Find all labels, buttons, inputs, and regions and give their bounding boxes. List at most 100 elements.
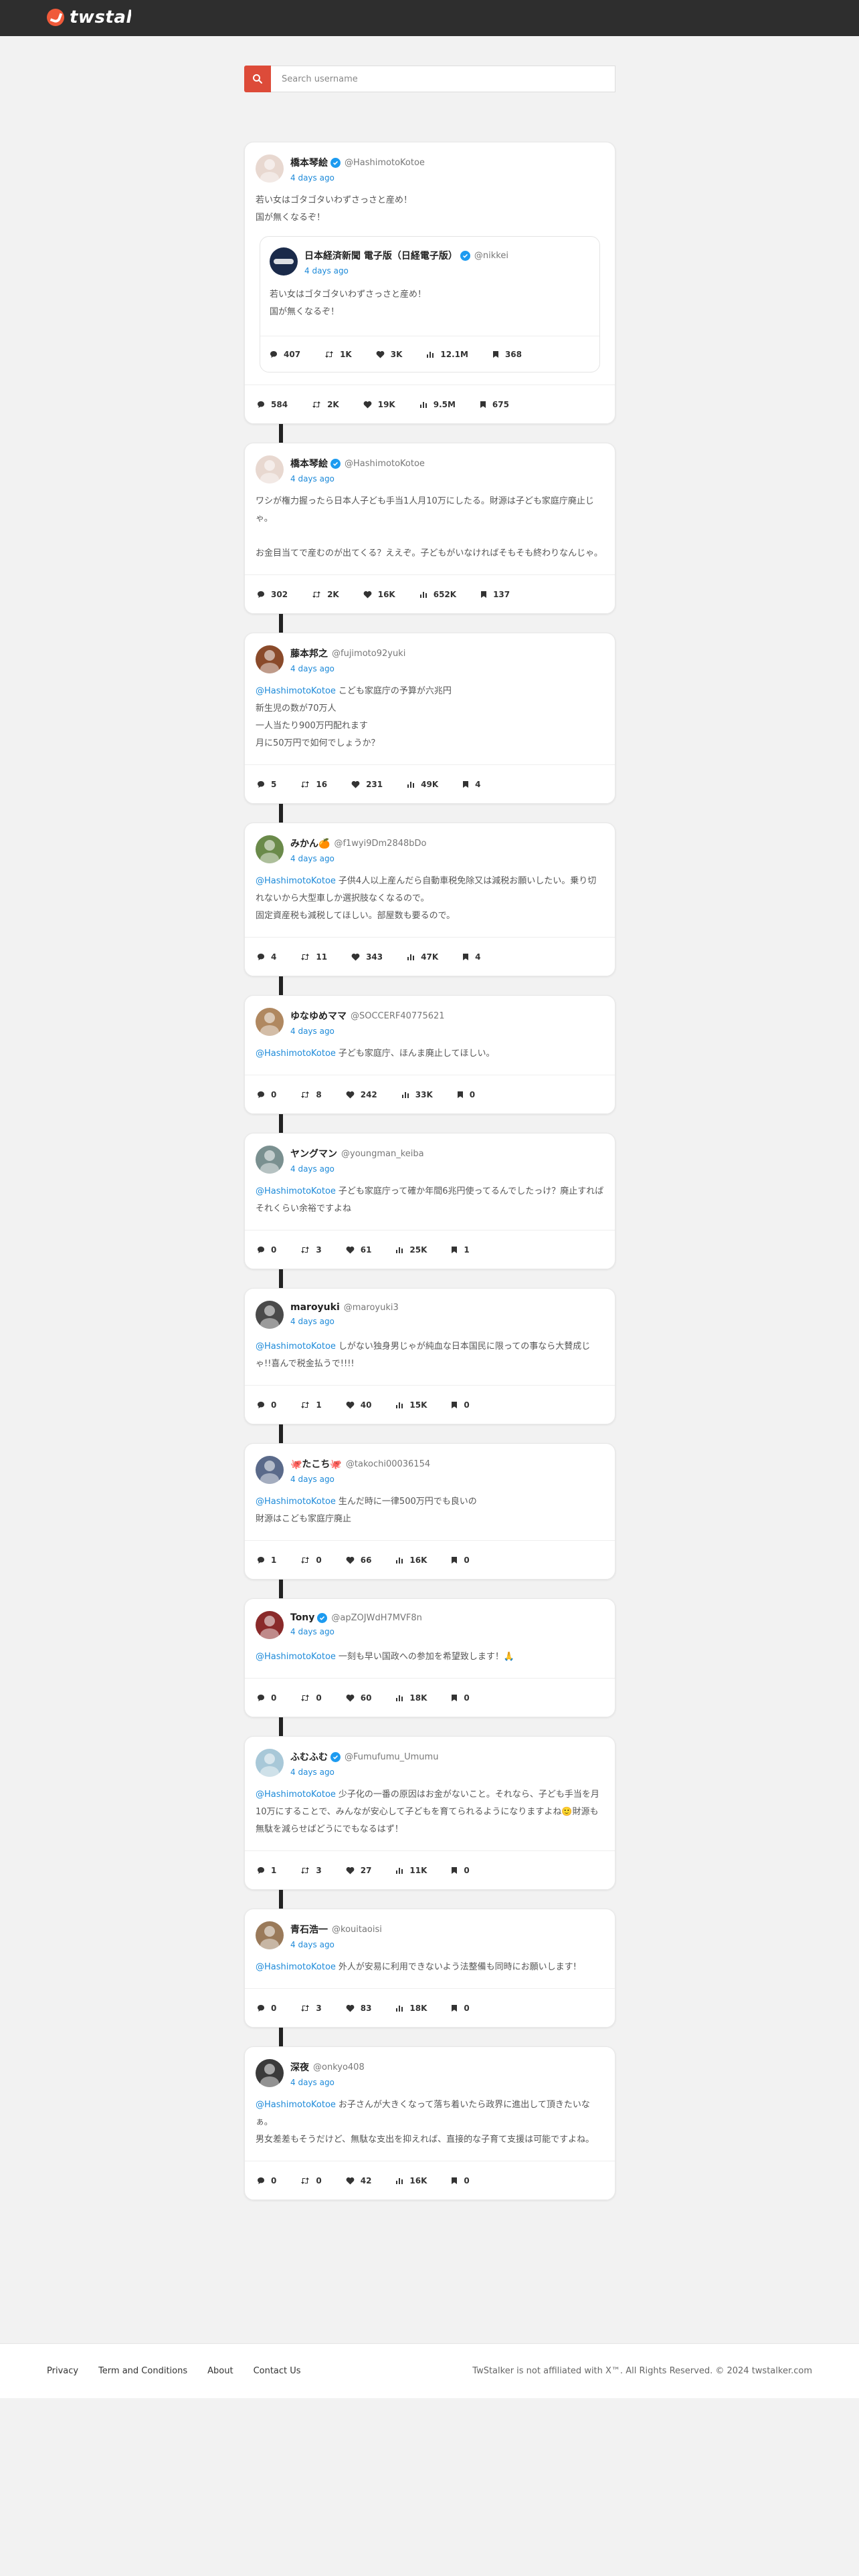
stat-views[interactable]: 12.1M bbox=[426, 350, 468, 359]
avatar[interactable] bbox=[256, 1146, 284, 1174]
tweet-card[interactable]: 深夜 @onkyo408 4 days ago @HashimotoKotoe お子さん… bbox=[244, 2046, 615, 2200]
stat-retweets[interactable]: 1K bbox=[324, 350, 352, 359]
display-name[interactable]: 日本経済新聞 電子版（日経電子版） bbox=[304, 249, 458, 262]
stat-views[interactable]: 15K bbox=[395, 1400, 427, 1410]
username[interactable]: @fujimoto92yuki bbox=[332, 649, 405, 659]
stat-likes[interactable]: 16K bbox=[363, 590, 395, 599]
stat-views[interactable]: 16K bbox=[395, 1555, 427, 1565]
stat-likes[interactable]: 83 bbox=[346, 2004, 371, 2013]
avatar[interactable] bbox=[256, 1921, 284, 1949]
stat-retweets[interactable]: 2K bbox=[312, 590, 339, 599]
tweet-card[interactable]: ヤングマン @youngman_keiba 4 days ago @Hashimoto… bbox=[244, 1133, 615, 1269]
tweet-card[interactable]: 青石浩一 @kouitaoisi 4 days ago @HashimotoKotoe… bbox=[244, 1909, 615, 2028]
stat-likes[interactable]: 19K bbox=[363, 400, 395, 409]
stat-bookmarks[interactable]: 1 bbox=[451, 1245, 470, 1255]
stat-views[interactable]: 9.5M bbox=[419, 400, 456, 409]
display-name[interactable]: みかん🍊 bbox=[290, 837, 330, 850]
mention-link[interactable]: @HashimotoKotoe bbox=[256, 1790, 336, 1800]
stat-replies[interactable]: 0 bbox=[257, 1245, 276, 1255]
stat-bookmarks[interactable]: 137 bbox=[480, 590, 510, 599]
stat-likes[interactable]: 61 bbox=[346, 1245, 371, 1255]
logo[interactable]: twstalker bbox=[47, 7, 131, 27]
display-name[interactable]: 青石浩一 bbox=[290, 1923, 328, 1936]
avatar[interactable] bbox=[256, 835, 284, 863]
avatar[interactable] bbox=[256, 154, 284, 183]
avatar[interactable] bbox=[270, 247, 298, 276]
mention-link[interactable]: @HashimotoKotoe bbox=[256, 1186, 336, 1196]
avatar[interactable] bbox=[256, 455, 284, 484]
display-name[interactable]: 橋本琴絵 bbox=[290, 457, 328, 470]
stat-retweets[interactable]: 3 bbox=[300, 1245, 322, 1255]
stat-replies[interactable]: 1 bbox=[257, 1866, 276, 1875]
footer-link-terms[interactable]: Term and Conditions bbox=[98, 2366, 187, 2376]
stat-views[interactable]: 25K bbox=[395, 1245, 427, 1255]
display-name[interactable]: 深夜 bbox=[290, 2060, 309, 2074]
stat-retweets[interactable]: 0 bbox=[300, 2176, 322, 2185]
stat-likes[interactable]: 3K bbox=[376, 350, 402, 359]
stat-likes[interactable]: 242 bbox=[346, 1090, 377, 1099]
stat-views[interactable]: 33K bbox=[401, 1090, 433, 1099]
display-name[interactable]: ふむふむ bbox=[290, 1750, 328, 1763]
avatar[interactable] bbox=[256, 1456, 284, 1484]
timestamp[interactable]: 4 days ago bbox=[290, 2078, 365, 2087]
tweet-card[interactable]: Tony @apZOJWdH7MVF8n 4 days ago @HashimotoK… bbox=[244, 1598, 615, 1717]
timestamp[interactable]: 4 days ago bbox=[290, 1027, 445, 1036]
mention-link[interactable]: @HashimotoKotoe bbox=[256, 876, 336, 886]
timestamp[interactable]: 4 days ago bbox=[290, 1627, 422, 1636]
stat-replies[interactable]: 1 bbox=[257, 1555, 276, 1565]
stat-views[interactable]: 49K bbox=[407, 780, 438, 789]
stat-likes[interactable]: 66 bbox=[346, 1555, 371, 1565]
stat-likes[interactable]: 60 bbox=[346, 1693, 371, 1703]
stat-views[interactable]: 652K bbox=[419, 590, 456, 599]
display-name[interactable]: Tony bbox=[290, 1612, 314, 1623]
display-name[interactable]: ゆなゆめママ bbox=[290, 1009, 347, 1023]
stat-bookmarks[interactable]: 4 bbox=[462, 952, 480, 962]
avatar[interactable] bbox=[256, 1749, 284, 1777]
stat-replies[interactable]: 5 bbox=[257, 780, 276, 789]
timestamp[interactable]: 4 days ago bbox=[290, 1475, 430, 1484]
stat-replies[interactable]: 302 bbox=[257, 590, 288, 599]
stat-likes[interactable]: 27 bbox=[346, 1866, 371, 1875]
mention-link[interactable]: @HashimotoKotoe bbox=[256, 1341, 336, 1352]
stat-bookmarks[interactable]: 0 bbox=[457, 1090, 475, 1099]
display-name[interactable]: 橋本琴絵 bbox=[290, 156, 328, 169]
stat-replies[interactable]: 0 bbox=[257, 2004, 276, 2013]
username[interactable]: @nikkei bbox=[474, 251, 508, 261]
username[interactable]: @onkyo408 bbox=[313, 2062, 365, 2072]
stat-retweets[interactable]: 0 bbox=[300, 1693, 322, 1703]
username[interactable]: @takochi00036154 bbox=[346, 1459, 430, 1469]
stat-bookmarks[interactable]: 4 bbox=[462, 780, 480, 789]
mention-link[interactable]: @HashimotoKotoe bbox=[256, 2100, 336, 2110]
tweet-card[interactable]: 🐙たこち🐙 @takochi00036154 4 days ago @Hashimot… bbox=[244, 1443, 615, 1580]
stat-bookmarks[interactable]: 368 bbox=[492, 350, 522, 359]
search-input[interactable] bbox=[271, 66, 615, 92]
username[interactable]: @HashimotoKotoe bbox=[345, 459, 425, 469]
stat-retweets[interactable]: 3 bbox=[300, 2004, 322, 2013]
username[interactable]: @youngman_keiba bbox=[341, 1149, 424, 1159]
timestamp[interactable]: 4 days ago bbox=[290, 854, 426, 863]
stat-retweets[interactable]: 3 bbox=[300, 1866, 322, 1875]
tweet-card[interactable]: みかん🍊 @f1wyi9Dm2848bDo 4 days ago @Hashimoto… bbox=[244, 823, 615, 976]
mention-link[interactable]: @HashimotoKotoe bbox=[256, 1049, 336, 1059]
avatar[interactable] bbox=[256, 2059, 284, 2087]
username[interactable]: @maroyuki3 bbox=[344, 1303, 399, 1313]
stat-views[interactable]: 47K bbox=[407, 952, 438, 962]
stat-replies[interactable]: 0 bbox=[257, 1400, 276, 1410]
stat-views[interactable]: 11K bbox=[395, 1866, 427, 1875]
display-name[interactable]: 藤本邦之 bbox=[290, 647, 328, 660]
mention-link[interactable]: @HashimotoKotoe bbox=[256, 1652, 336, 1662]
timestamp[interactable]: 4 days ago bbox=[290, 474, 425, 484]
stat-retweets[interactable]: 16 bbox=[300, 780, 327, 789]
timestamp[interactable]: 4 days ago bbox=[290, 1317, 399, 1326]
stat-retweets[interactable]: 8 bbox=[300, 1090, 322, 1099]
stat-retweets[interactable]: 2K bbox=[312, 400, 339, 409]
timestamp[interactable]: 4 days ago bbox=[290, 1164, 424, 1174]
footer-link-privacy[interactable]: Privacy bbox=[47, 2366, 78, 2376]
display-name[interactable]: maroyuki bbox=[290, 1302, 340, 1313]
stat-views[interactable]: 18K bbox=[395, 1693, 427, 1703]
username[interactable]: @apZOJWdH7MVF8n bbox=[331, 1613, 421, 1623]
avatar[interactable] bbox=[256, 1611, 284, 1639]
stat-likes[interactable]: 343 bbox=[351, 952, 383, 962]
stat-likes[interactable]: 42 bbox=[346, 2176, 371, 2185]
stat-bookmarks[interactable]: 0 bbox=[451, 2004, 470, 2013]
